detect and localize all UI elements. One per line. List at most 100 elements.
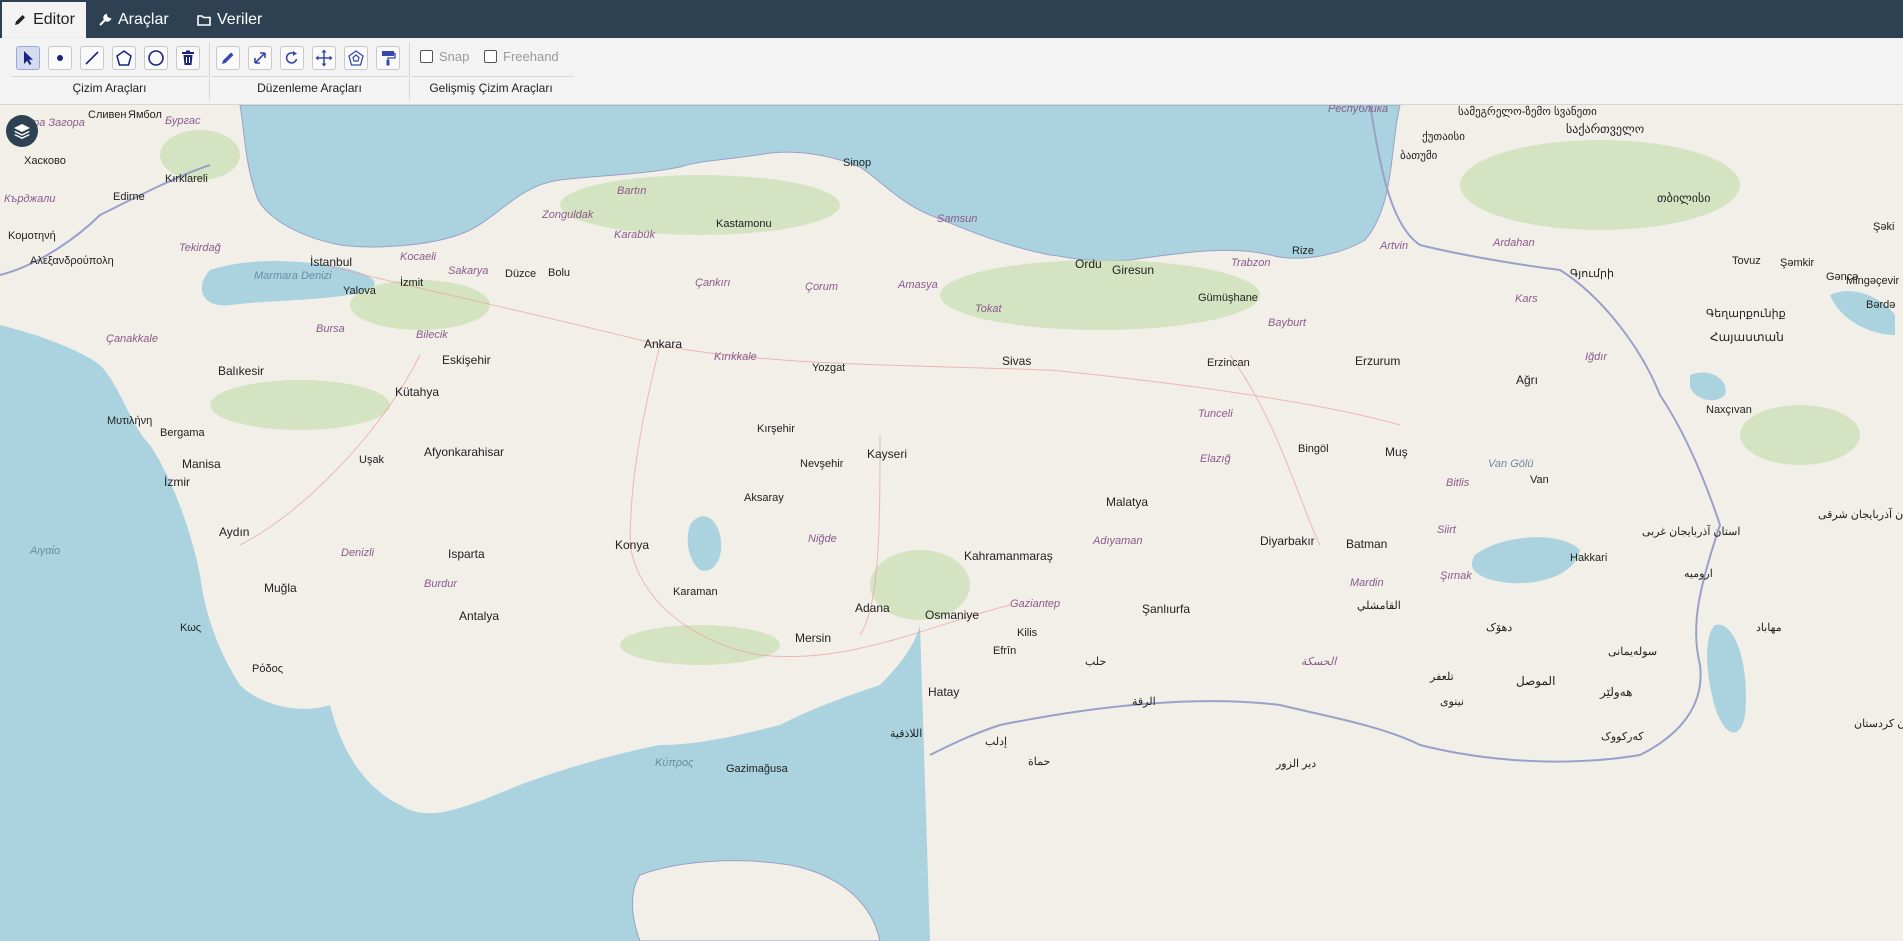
map-label-sakarya: Sakarya [448, 265, 489, 277]
map-label-sliven: Сливен [88, 109, 127, 121]
map-label-gyumri: Գյումրի [1570, 268, 1614, 280]
freehand-label: Freehand [503, 49, 559, 64]
map-label-tekirdag: Tekirdağ [179, 242, 221, 254]
map-label-nineveh: نينوى [1440, 696, 1464, 708]
map-label-aksaray: Aksaray [744, 492, 784, 504]
map-label-sinop: Sinop [843, 157, 872, 169]
map-label-tokat: Tokat [975, 303, 1002, 315]
select-tool-button[interactable] [16, 46, 40, 70]
map-label-giresun: Giresun [1112, 263, 1155, 277]
map-label-istanbul: İstanbul [310, 255, 353, 269]
map-label-karabuk: Karabük [614, 229, 655, 241]
point-tool-button[interactable] [48, 46, 72, 70]
map-label-usak: Uşak [359, 454, 385, 466]
rotate-tool-button[interactable] [280, 46, 304, 70]
map-label-kurdistan: استان کردستان [1854, 718, 1903, 730]
map-label-mosul: الموصل [1516, 674, 1556, 688]
cursor-arrow-icon [24, 51, 33, 65]
map-label-gumushane: Gümüşhane [1198, 292, 1258, 304]
cut-polygon-icon [348, 50, 364, 66]
wrench-icon [99, 13, 112, 26]
map-label-gegharkunik: Գեղարքունիք [1706, 308, 1786, 320]
map-label-gazimagusa: Gazimağusa [726, 763, 788, 775]
map-canvas[interactable]: İstanbul Ankara İzmir İzmit Kocaeli Saka… [0, 105, 1903, 941]
map-label-erbil: هەولێر [1600, 685, 1633, 699]
paint-roller-icon [382, 51, 396, 66]
map-label-mus: Muş [1385, 445, 1408, 459]
editing-tools-label: Düzenleme Araçları [257, 81, 362, 95]
map-label-yalova: Yalova [343, 285, 376, 297]
map-label-hatay: Hatay [928, 685, 960, 699]
freehand-checkbox[interactable]: Freehand [484, 49, 559, 64]
circle-tool-button[interactable] [144, 46, 168, 70]
snap-checkbox-box[interactable] [420, 50, 433, 63]
map-label-nigde: Niğde [808, 533, 837, 545]
map-label-sirnak: Şırnak [1440, 570, 1472, 582]
scale-tool-button[interactable] [248, 46, 272, 70]
tab-veriler[interactable]: Veriler [197, 2, 262, 38]
delete-tool-button[interactable] [176, 46, 200, 70]
group-divider [212, 76, 407, 77]
tab-araclar[interactable]: Araçlar [98, 2, 169, 38]
map-label-elazig: Elazığ [1200, 453, 1231, 465]
map-label-batman: Batman [1346, 537, 1388, 551]
layers-control-button[interactable] [6, 115, 38, 147]
map-label-erzincan: Erzincan [1207, 357, 1250, 369]
map-label-barda: Bərdə [1866, 299, 1896, 311]
group-divider [12, 76, 207, 77]
map-label-rodos: Ρόδος [252, 663, 283, 675]
map-label-haskovo: Хасково [24, 155, 66, 167]
map-label-izmit: İzmit [400, 277, 424, 289]
map-label-sivas: Sivas [1002, 354, 1032, 368]
map-label-saki: Şəki [1873, 221, 1895, 233]
map-label-igdir: Iğdır [1585, 351, 1608, 363]
map-label-adana: Adana [855, 601, 890, 615]
map-label-kahramanmaras: Kahramanmaraş [964, 549, 1053, 563]
group-divider [412, 76, 574, 77]
map-label-van-golu: Van Gölü [1488, 458, 1534, 470]
map-label-batumi: ბათუმი [1400, 150, 1438, 162]
map-label-adiyaman: Adıyaman [1093, 535, 1143, 547]
map-label-amasya: Amasya [898, 279, 938, 291]
map-label-bartin: Bartın [617, 185, 647, 197]
tab-editor-label: Editor [33, 11, 75, 28]
map-label-trabzon: Trabzon [1231, 257, 1271, 269]
map-label-duzce: Düzce [505, 268, 537, 280]
map-label-canakkale: Çanakkale [106, 333, 158, 345]
map-label-eskisehir: Eskişehir [442, 353, 491, 367]
map-label-tal-afar: تلعفر [1430, 671, 1454, 683]
map-label-ardahan: Ardahan [1493, 237, 1535, 249]
snap-checkbox[interactable]: Snap [420, 49, 469, 64]
rotate-icon [285, 51, 298, 64]
map-label-mahabad: مهاباد [1756, 622, 1782, 634]
advanced-tools-label: Gelişmiş Çizim Araçları [429, 81, 553, 95]
map-label-bayburt: Bayburt [1268, 317, 1306, 329]
map-label-nevsehir: Nevşehir [800, 458, 844, 470]
lake-van [1471, 537, 1580, 584]
move-tool-button[interactable] [312, 46, 336, 70]
map-label-kayseri: Kayseri [867, 447, 908, 461]
polygon-tool-button[interactable] [112, 46, 136, 70]
freehand-checkbox-box[interactable] [484, 50, 497, 63]
map-label-kardzhali: Кърджали [4, 193, 56, 205]
cut-polygon-tool-button[interactable] [344, 46, 368, 70]
map-label-sulaymaniyah: سولەیمانی [1608, 646, 1658, 658]
map-label-latakia: اللاذقية [890, 728, 923, 740]
line-tool-button[interactable] [80, 46, 104, 70]
map-label-tunceli: Tunceli [1198, 408, 1233, 420]
lake-tuz [687, 516, 722, 571]
map-label-qamishli: القامشلي [1357, 600, 1401, 612]
map-label-kirikkale: Kırıkkale [714, 351, 757, 363]
point-icon [57, 55, 63, 61]
paint-tool-button[interactable] [376, 46, 400, 70]
drawing-tools-label: Çizim Araçları [72, 81, 147, 95]
map-label-marmara: Marmara Denizi [254, 270, 332, 282]
map-label-yambol: Ямбол [128, 109, 162, 121]
tab-editor[interactable]: Editor [2, 2, 86, 38]
line-icon [85, 51, 99, 65]
map-label-yozgat: Yozgat [812, 362, 846, 374]
edit-vertex-tool-button[interactable] [216, 46, 240, 70]
map-label-idlib: إدلب [985, 736, 1008, 748]
map-label-burdur: Burdur [424, 578, 458, 590]
map-label-balikesir: Balıkesir [218, 364, 265, 378]
